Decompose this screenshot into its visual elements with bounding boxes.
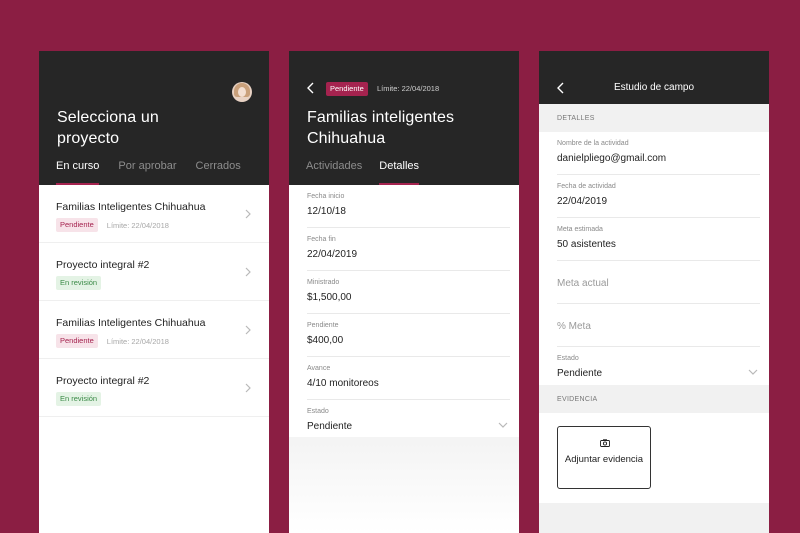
screen-project-details: Pendiente Límite: 22/04/2018 Familias in… (289, 51, 519, 533)
list-item[interactable]: Proyecto integral #2 En revisión (39, 243, 269, 301)
field-label: Ministrado (307, 279, 340, 286)
avatar[interactable] (232, 82, 252, 102)
screen-project-list: Selecciona un proyecto En curso Por apro… (39, 51, 269, 533)
field-value: 12/10/18 (307, 206, 346, 217)
page-title: Selecciona un proyecto (57, 109, 159, 147)
field-value: Pendiente (557, 368, 603, 379)
tab-cerrados[interactable]: Cerrados (196, 159, 241, 185)
field-avance: Avance 4/10 monitoreos (307, 357, 510, 400)
list-item[interactable]: Familias Inteligentes Chihuahua Pendient… (39, 301, 269, 359)
header: Selecciona un proyecto En curso Por apro… (39, 51, 269, 185)
field-pendiente: Pendiente $400,00 (307, 314, 510, 357)
field-value: 22/04/2019 (557, 196, 608, 207)
tab-por-aprobar[interactable]: Por aprobar (118, 159, 176, 185)
percent-goal-input[interactable]: % Meta (557, 304, 760, 347)
field-value: $1,500,00 (307, 292, 352, 303)
chevron-right-icon (245, 325, 251, 335)
field-value: Pendiente (307, 421, 353, 432)
tab-bar: En curso Por aprobar Cerrados (39, 159, 241, 185)
status-badge: Pendiente (326, 82, 368, 96)
field-label: Fecha inicio (307, 193, 345, 200)
estado-select[interactable]: Estado Pendiente (307, 400, 510, 442)
field-label: Pendiente (307, 322, 339, 329)
limit-date: Límite: 22/04/2018 (377, 84, 440, 93)
current-goal-input[interactable]: Meta actual (557, 261, 760, 304)
chevron-down-icon (748, 369, 758, 375)
field-label: Nombre de la actividad (557, 140, 629, 147)
field-value: 50 asistentes (557, 239, 616, 250)
list-item[interactable]: Proyecto integral #2 En revisión (39, 359, 269, 417)
field-fecha-fin: Fecha fin 22/04/2019 (307, 228, 510, 271)
header: Estudio de campo (539, 51, 769, 104)
screen-activity-form: Estudio de campo DETALLES Nombre de la a… (539, 51, 769, 533)
field-value: $400,00 (307, 335, 344, 346)
field-label: Estado (307, 408, 329, 415)
field-label: Fecha fin (307, 236, 336, 243)
item-title: Proyecto integral #2 (56, 259, 150, 271)
status-badge: Pendiente (56, 218, 98, 232)
tab-bar: Actividades Detalles (289, 159, 419, 185)
field-value: 4/10 monitoreos (307, 378, 379, 389)
tab-detalles[interactable]: Detalles (379, 159, 419, 185)
estimated-goal-field[interactable]: Meta estimada 50 asistentes (557, 218, 760, 261)
field-ministrado: Ministrado $1,500,00 (307, 271, 510, 314)
limit-date: Límite: 22/04/2018 (106, 220, 169, 230)
placeholder: % Meta (557, 321, 591, 332)
section-header-evidencia: EVIDENCIA (539, 385, 769, 413)
list-item[interactable]: Familias Inteligentes Chihuahua Pendient… (39, 185, 269, 243)
attach-label: Adjuntar evidencia (564, 454, 644, 465)
item-title: Familias Inteligentes Chihuahua (56, 317, 206, 329)
status-badge: En revisión (56, 276, 102, 290)
header: Pendiente Límite: 22/04/2018 Familias in… (289, 51, 519, 185)
field-value: danielpliego@gmail.com (557, 153, 667, 164)
camera-icon (600, 439, 610, 447)
field-fecha-inicio: Fecha inicio 12/10/18 (307, 185, 510, 228)
status-badge: En revisión (56, 392, 102, 406)
field-label: Meta estimada (557, 226, 603, 233)
estado-select[interactable]: Estado Pendiente (557, 347, 760, 389)
chevron-right-icon (245, 209, 251, 219)
chevron-right-icon (245, 267, 251, 277)
activity-name-field[interactable]: Nombre de la actividad danielpliego@gmai… (557, 132, 760, 175)
chevron-right-icon (245, 383, 251, 393)
field-label: Estado (557, 355, 579, 362)
field-value: 22/04/2019 (307, 249, 358, 260)
attach-evidence-button[interactable]: Adjuntar evidencia (557, 426, 651, 489)
tab-actividades[interactable]: Actividades (306, 159, 362, 185)
field-label: Fecha de actividad (557, 183, 616, 190)
page-title: Familias inteligentes Chihuahua (307, 109, 455, 147)
activity-date-field[interactable]: Fecha de actividad 22/04/2019 (557, 175, 760, 218)
limit-date: Límite: 22/04/2018 (106, 336, 169, 346)
chevron-left-icon[interactable] (306, 82, 316, 94)
field-label: Avance (307, 365, 331, 372)
item-title: Familias Inteligentes Chihuahua (56, 201, 206, 213)
status-badge: Pendiente (56, 334, 98, 348)
chevron-down-icon (498, 422, 508, 428)
tab-en-curso[interactable]: En curso (56, 159, 100, 185)
placeholder: Meta actual (557, 278, 609, 289)
section-header-detalles: DETALLES (539, 104, 769, 132)
item-title: Proyecto integral #2 (56, 375, 150, 387)
page-title: Estudio de campo (613, 82, 695, 93)
